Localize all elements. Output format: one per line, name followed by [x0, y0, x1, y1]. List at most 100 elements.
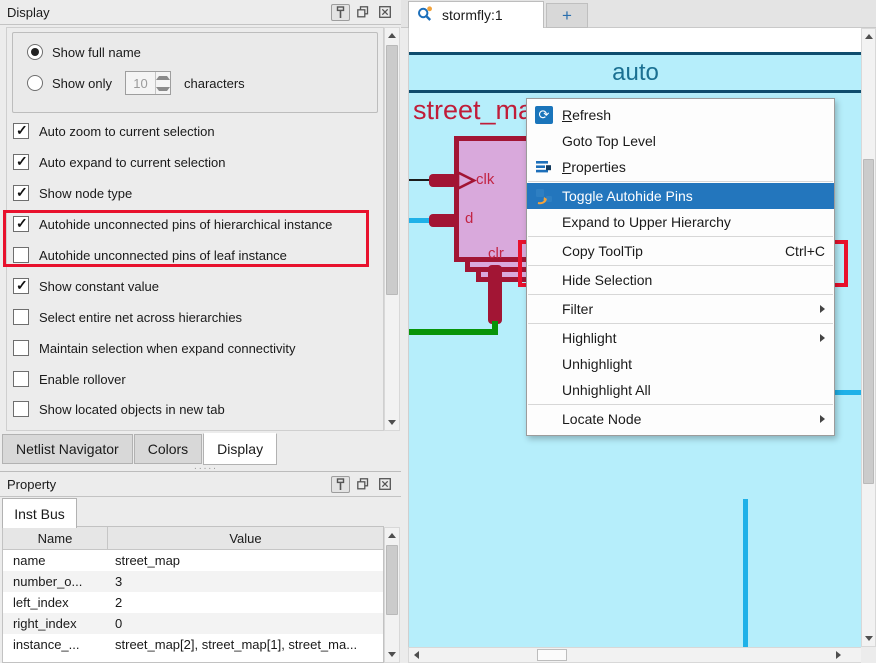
menu-item-highlight[interactable]: Highlight: [527, 325, 834, 351]
scroll-down-icon[interactable]: [385, 647, 399, 662]
show-only-radio[interactable]: Show only 10 characters: [27, 73, 245, 93]
tab-netlist-navigator[interactable]: Netlist Navigator: [2, 434, 133, 464]
checkbox-auto-zoom[interactable]: Auto zoom to current selection: [13, 121, 215, 141]
wire-net-horizontal[interactable]: [835, 390, 862, 395]
radio-icon[interactable]: [27, 75, 43, 91]
checkbox-icon[interactable]: [13, 154, 29, 170]
scroll-left-icon[interactable]: [409, 648, 424, 662]
pin-stub-clr[interactable]: [488, 265, 502, 324]
cell-name: number_o...: [3, 574, 108, 589]
checkbox-enable-rollover[interactable]: Enable rollover: [13, 369, 126, 389]
clock-triangle-icon: [457, 171, 477, 190]
tab-display[interactable]: Display: [203, 433, 277, 465]
scrollbar-thumb[interactable]: [537, 649, 567, 661]
wire-clk[interactable]: [409, 179, 431, 181]
show-full-name-radio[interactable]: Show full name: [27, 42, 141, 62]
table-row[interactable]: instance_... street_map[2], street_map[1…: [3, 634, 383, 655]
plus-icon: +: [562, 6, 572, 26]
menu-item-unhighlight-all[interactable]: Unhighlight All: [527, 377, 834, 403]
checkbox-show-constant[interactable]: Show constant value: [13, 276, 159, 296]
wire-d[interactable]: [409, 218, 431, 223]
tab-stormfly[interactable]: stormfly:1: [408, 1, 544, 28]
table-row[interactable]: right_index 0: [3, 613, 383, 634]
checkbox-autohide-leaf[interactable]: Autohide unconnected pins of leaf instan…: [13, 245, 287, 265]
scroll-up-icon[interactable]: [385, 528, 399, 543]
menu-separator: [528, 265, 833, 266]
menu-item-copy-tooltip[interactable]: Copy ToolTip Ctrl+C: [527, 238, 834, 264]
radio-icon[interactable]: [27, 44, 43, 60]
property-scrollbar[interactable]: [384, 527, 400, 663]
scrollbar-thumb[interactable]: [386, 45, 398, 295]
checkbox-label: Show located objects in new tab: [39, 402, 225, 417]
checkbox-icon[interactable]: [13, 185, 29, 201]
spin-down-icon[interactable]: [156, 83, 170, 94]
checkbox-show-located-objects[interactable]: Show located objects in new tab: [13, 399, 225, 419]
checkbox-label: Maintain selection when expand connectiv…: [39, 341, 296, 356]
checkbox-show-node-type[interactable]: Show node type: [13, 183, 132, 203]
menu-item-locate-node[interactable]: Locate Node: [527, 406, 834, 432]
checkbox-icon[interactable]: [13, 123, 29, 139]
show-full-name-label: Show full name: [52, 45, 141, 60]
display-scrollbar[interactable]: [384, 27, 400, 431]
menu-item-refresh[interactable]: ⟳ Refresh: [527, 102, 834, 128]
wire-clr-horizontal[interactable]: [409, 329, 498, 335]
hierarchy-name-label: auto: [612, 59, 659, 87]
hierarchy-title-band: auto: [409, 55, 862, 90]
scroll-up-icon[interactable]: [385, 28, 399, 43]
table-row[interactable]: number_o... 3: [3, 571, 383, 592]
cell-name: right_index: [3, 616, 108, 631]
checkbox-label: Auto expand to current selection: [39, 155, 225, 170]
characters-suffix-label: characters: [184, 76, 245, 91]
wire-net-vertical[interactable]: [743, 499, 748, 647]
scrollbar-thumb[interactable]: [386, 545, 398, 615]
column-header-name[interactable]: Name: [3, 527, 108, 549]
menu-item-goto-top-level[interactable]: Goto Top Level: [527, 128, 834, 154]
close-icon[interactable]: [375, 476, 394, 493]
schematic-hscrollbar[interactable]: [408, 647, 862, 663]
checkbox-icon[interactable]: [13, 371, 29, 387]
float-icon[interactable]: [353, 476, 372, 493]
new-tab-button[interactable]: +: [546, 3, 588, 28]
spin-up-icon[interactable]: [156, 72, 170, 83]
close-icon[interactable]: [375, 4, 394, 21]
menu-item-expand-to-upper-hierarchy[interactable]: Expand to Upper Hierarchy: [527, 209, 834, 235]
menu-item-hide-selection[interactable]: Hide Selection: [527, 267, 834, 293]
checkbox-icon[interactable]: [13, 401, 29, 417]
characters-spinbox[interactable]: 10: [125, 71, 171, 95]
checkbox-icon[interactable]: [13, 216, 29, 232]
menu-item-toggle-autohide-pins[interactable]: Toggle Autohide Pins: [527, 183, 834, 209]
menu-item-filter[interactable]: Filter: [527, 296, 834, 322]
float-icon[interactable]: [353, 4, 372, 21]
pin-icon[interactable]: [331, 476, 350, 493]
tab-colors[interactable]: Colors: [134, 434, 202, 464]
checkbox-autohide-hierarchical[interactable]: Autohide unconnected pins of hierarchica…: [13, 214, 332, 234]
schematic-viewport[interactable]: auto street_map[2:0] clk d: [408, 28, 862, 647]
pin-stub-d[interactable]: [429, 214, 459, 227]
tab-label: Netlist Navigator: [16, 441, 119, 457]
scroll-down-icon[interactable]: [385, 415, 399, 430]
submenu-arrow-icon: [820, 305, 825, 313]
column-header-value[interactable]: Value: [108, 527, 383, 549]
scroll-down-icon[interactable]: [862, 631, 875, 646]
table-row[interactable]: name street_map: [3, 550, 383, 571]
checkbox-icon[interactable]: [13, 247, 29, 263]
checkbox-select-entire-net[interactable]: Select entire net across hierarchies: [13, 307, 242, 327]
tab-inst-bus[interactable]: Inst Bus: [2, 498, 77, 528]
menu-item-properties[interactable]: Properties: [527, 154, 834, 180]
checkbox-maintain-selection[interactable]: Maintain selection when expand connectiv…: [13, 338, 296, 358]
table-row[interactable]: left_index 2: [3, 592, 383, 613]
characters-value: 10: [126, 72, 155, 94]
checkbox-icon[interactable]: [13, 278, 29, 294]
schematic-vscrollbar[interactable]: [861, 28, 876, 647]
scroll-right-icon[interactable]: [831, 648, 846, 662]
menu-item-unhighlight[interactable]: Unhighlight: [527, 351, 834, 377]
scroll-up-icon[interactable]: [862, 29, 875, 44]
scrollbar-thumb[interactable]: [863, 159, 874, 484]
pin-icon[interactable]: [331, 4, 350, 21]
pin-stub-clk[interactable]: [429, 174, 457, 187]
checkbox-icon[interactable]: [13, 340, 29, 356]
menu-separator: [528, 294, 833, 295]
cell-value: street_map[2], street_map[1], street_ma.…: [108, 637, 383, 652]
checkbox-auto-expand[interactable]: Auto expand to current selection: [13, 152, 225, 172]
checkbox-icon[interactable]: [13, 309, 29, 325]
